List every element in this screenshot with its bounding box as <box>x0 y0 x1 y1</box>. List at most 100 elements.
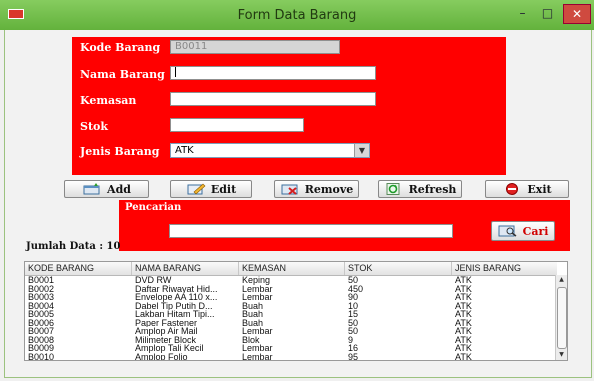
table-cell: 9 <box>348 335 354 344</box>
column-header[interactable]: JENIS BARANG <box>452 262 557 275</box>
table-cell: B0007 <box>28 327 55 336</box>
jenis-label: Jenis Barang <box>80 145 160 158</box>
data-table[interactable]: KODE BARANG NAMA BARANG KEMASAN STOK JEN… <box>24 261 568 361</box>
nama-barang-field[interactable] <box>170 66 376 80</box>
table-row[interactable]: B0006 Paper Fastener Buah 50 ATK <box>25 319 557 328</box>
stok-field[interactable] <box>170 118 304 132</box>
kode-barang-field[interactable]: B0011 <box>170 40 340 54</box>
table-cell: Paper Fastener <box>135 318 198 327</box>
table-cell: Amplop Tali Kecil <box>135 344 204 353</box>
table-cell: ATK <box>455 284 472 293</box>
table-cell: Buah <box>242 301 264 310</box>
table-cell: Buah <box>242 318 264 327</box>
search-panel: Pencarian Cari <box>119 200 570 251</box>
edit-label: Edit <box>210 182 237 196</box>
table-cell: B0004 <box>28 301 55 310</box>
column-header[interactable]: KEMASAN <box>239 262 345 275</box>
table-cell: Blok <box>242 335 260 344</box>
table-cell: Amplop Air Mail <box>135 327 198 336</box>
remove-icon <box>280 183 300 195</box>
add-label: Add <box>107 182 131 196</box>
refresh-button[interactable]: Refresh <box>378 180 462 198</box>
table-cell: B0010 <box>28 352 55 361</box>
table-cell: Lakban Hitam Tipi... <box>135 310 215 319</box>
table-cell: ATK <box>455 344 472 353</box>
stok-label: Stok <box>80 120 108 133</box>
table-row[interactable]: B0001 DVD RW Keping 50 ATK <box>25 276 557 285</box>
search-input[interactable] <box>169 224 453 238</box>
table-cell: B0005 <box>28 310 55 319</box>
table-cell: 50 <box>348 318 359 327</box>
table-cell: ATK <box>455 276 472 285</box>
add-icon <box>82 183 102 195</box>
table-cell: ATK <box>455 301 472 310</box>
cari-button[interactable]: Cari <box>491 221 555 241</box>
table-cell: B0002 <box>28 284 55 293</box>
minimize-button[interactable]: – <box>511 4 534 22</box>
vertical-scrollbar[interactable]: ▲ ▼ <box>555 275 567 360</box>
table-cell: ATK <box>455 335 472 344</box>
table-cell: B0009 <box>28 344 55 353</box>
table-cell: Dabel Tip Putih D... <box>135 301 213 310</box>
table-cell: Lembar <box>242 327 273 336</box>
refresh-label: Refresh <box>408 182 457 196</box>
table-cell: 16 <box>348 344 359 353</box>
table-row[interactable]: B0002 Daftar Riwayat Hid... Lembar 450 ATK <box>25 285 557 294</box>
column-header[interactable]: KODE BARANG <box>25 262 132 275</box>
title-bar: Form Data Barang – □ ✕ <box>0 0 594 30</box>
table-cell: Daftar Riwayat Hid... <box>135 284 218 293</box>
add-button[interactable]: Add <box>64 180 149 198</box>
table-row[interactable]: B0009 Amplop Tali Kecil Lembar 16 ATK <box>25 344 557 353</box>
scrollbar-thumb[interactable] <box>557 287 567 349</box>
table-cell: B0003 <box>28 293 55 302</box>
exit-label: Exit <box>527 182 552 196</box>
kode-label: Kode Barang <box>80 41 161 54</box>
cari-label: Cari <box>522 224 549 238</box>
table-cell: 450 <box>348 284 364 293</box>
table-cell: B0001 <box>28 276 55 285</box>
table-cell: Buah <box>242 310 264 319</box>
table-cell: ATK <box>455 352 472 361</box>
table-cell: B0006 <box>28 318 55 327</box>
search-label: Pencarian <box>125 202 182 213</box>
remove-label: Remove <box>304 182 354 196</box>
table-row[interactable]: B0003 Envelope AA 110 x... Lembar 90 ATK <box>25 293 557 302</box>
kemasan-label: Kemasan <box>80 94 137 107</box>
table-cell: Keping <box>242 276 271 285</box>
exit-button[interactable]: Exit <box>485 180 569 198</box>
kemasan-field[interactable] <box>170 92 376 106</box>
table-cell: 10 <box>348 301 359 310</box>
table-body: B0001 DVD RW Keping 50 ATK B0002 Daftar Riwaya… <box>25 276 557 361</box>
maximize-button[interactable]: □ <box>536 4 559 22</box>
scroll-up-icon[interactable]: ▲ <box>556 275 567 285</box>
form-panel: Kode Barang B0011 Nama Barang Kemasan St… <box>72 37 506 175</box>
table-cell: Lembar <box>242 344 273 353</box>
table-row[interactable]: B0007 Amplop Air Mail Lembar 50 ATK <box>25 327 557 336</box>
table-header: KODE BARANG NAMA BARANG KEMASAN STOK JEN… <box>25 262 557 276</box>
nama-label: Nama Barang <box>80 68 165 81</box>
table-cell: 95 <box>348 352 359 361</box>
table-cell: Milimeter Block <box>135 335 197 344</box>
table-row[interactable]: B0010 Amplop Folio Lembar 95 ATK <box>25 352 557 361</box>
window-title: Form Data Barang <box>237 8 357 23</box>
table-cell: 90 <box>348 293 359 302</box>
table-cell: Lembar <box>242 284 273 293</box>
edit-button[interactable]: Edit <box>170 180 252 198</box>
column-header[interactable]: STOK <box>345 262 452 275</box>
refresh-icon <box>384 183 404 195</box>
table-row[interactable]: B0008 Milimeter Block Blok 9 ATK <box>25 336 557 345</box>
edit-icon <box>186 183 206 195</box>
column-header[interactable]: NAMA BARANG <box>132 262 239 275</box>
table-cell: Amplop Folio <box>135 352 188 361</box>
table-row[interactable]: B0004 Dabel Tip Putih D... Buah 10 ATK <box>25 302 557 311</box>
table-cell: ATK <box>455 318 472 327</box>
close-button[interactable]: ✕ <box>563 4 591 24</box>
remove-button[interactable]: Remove <box>274 180 359 198</box>
table-cell: ATK <box>455 293 472 302</box>
jumlah-data: Jumlah Data : 10 <box>26 241 121 252</box>
chevron-down-icon[interactable]: ▼ <box>354 144 369 157</box>
table-cell: 15 <box>348 310 359 319</box>
jenis-barang-select[interactable]: ATK ▼ <box>170 143 370 158</box>
table-row[interactable]: B0005 Lakban Hitam Tipi... Buah 15 ATK <box>25 310 557 319</box>
scroll-down-icon[interactable]: ▼ <box>556 350 567 360</box>
